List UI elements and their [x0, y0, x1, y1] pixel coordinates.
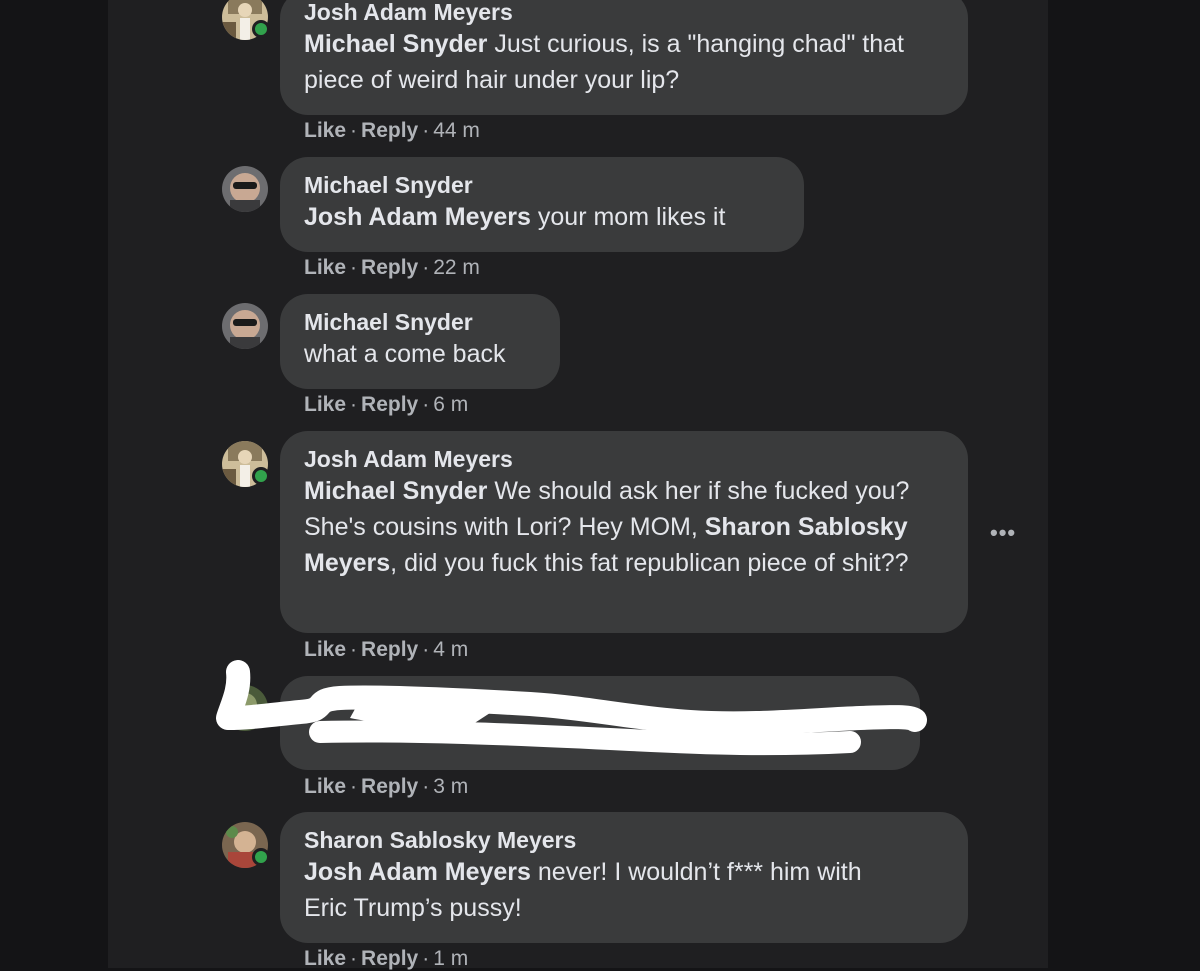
avatar[interactable]	[222, 441, 270, 487]
avatar-image	[222, 303, 268, 349]
separator-dot: ·	[350, 256, 358, 279]
comment-actions: Like · Reply · 44 m	[304, 119, 480, 143]
comment-text: what a come back	[304, 340, 506, 368]
separator-dot: ·	[350, 393, 358, 416]
online-status-dot-icon	[252, 467, 270, 485]
separator-dot: ·	[422, 256, 430, 279]
separator-dot: ·	[350, 638, 358, 661]
comment-timestamp[interactable]: 6 m	[433, 393, 468, 416]
separator-dot: ·	[422, 119, 430, 142]
like-button[interactable]: Like	[304, 638, 346, 661]
avatar[interactable]	[222, 303, 268, 349]
reply-button[interactable]: Reply	[361, 638, 418, 661]
separator-dot: ·	[422, 775, 430, 798]
comment-text: Michael Snyder We should ask her if she …	[304, 473, 944, 581]
reply-button[interactable]: Reply	[361, 256, 418, 279]
comment-mention[interactable]: Michael Snyder	[304, 477, 487, 505]
avatar[interactable]	[222, 0, 270, 40]
like-button[interactable]: Like	[304, 256, 346, 279]
online-status-dot-icon	[252, 20, 270, 38]
avatar[interactable]	[222, 822, 270, 868]
separator-dot: ·	[350, 119, 358, 142]
comment-bubble: Michael Snyder Josh Adam Meyers your mom…	[280, 157, 804, 252]
like-button[interactable]: Like	[304, 119, 346, 142]
comment-author[interactable]: Josh Adam Meyers	[304, 0, 944, 26]
comment-actions: Like · Reply · 1 m	[304, 947, 468, 971]
comment-timestamp[interactable]: 1 m	[433, 947, 468, 970]
comment-bubble: Josh Adam Meyers Michael Snyder Just cur…	[280, 0, 968, 115]
comment-body: your mom likes it	[530, 203, 726, 231]
comment-actions: Like · Reply · 22 m	[304, 256, 480, 280]
more-options-icon[interactable]: •••	[990, 520, 1016, 546]
comment-timestamp[interactable]: 44 m	[433, 119, 480, 142]
reply-button[interactable]: Reply	[361, 119, 418, 142]
reply-button[interactable]: Reply	[361, 947, 418, 970]
comment-timestamp[interactable]: 4 m	[433, 638, 468, 661]
separator-dot: ·	[422, 393, 430, 416]
comment-mention[interactable]: Josh Adam Meyers	[304, 858, 531, 886]
avatar-image	[222, 166, 268, 212]
reply-button[interactable]: Reply	[361, 393, 418, 416]
comment-bubble: Josh Adam Meyers Michael Snyder We shoul…	[280, 431, 968, 633]
comment-text: Josh Adam Meyers never! I wouldn’t f*** …	[304, 854, 944, 926]
comment-actions: Like · Reply · 6 m	[304, 393, 468, 417]
comment-timestamp[interactable]: 3 m	[433, 775, 468, 798]
separator-dot: ·	[422, 638, 430, 661]
comment-bubble: Michael Snyder what a come back	[280, 294, 560, 389]
redaction-scribble	[216, 660, 927, 756]
comment-mention[interactable]: Michael Snyder	[304, 30, 487, 58]
reply-button[interactable]: Reply	[361, 775, 418, 798]
separator-dot: ·	[350, 947, 358, 970]
comment-timestamp[interactable]: 22 m	[433, 256, 480, 279]
online-status-dot-icon	[252, 848, 270, 866]
comment-bubble: Sharon Sablosky Meyers Josh Adam Meyers …	[280, 812, 968, 943]
like-button[interactable]: Like	[304, 947, 346, 970]
like-button[interactable]: Like	[304, 775, 346, 798]
comment-author[interactable]: Michael Snyder	[304, 171, 780, 199]
comment-author[interactable]: Josh Adam Meyers	[304, 445, 944, 473]
separator-dot: ·	[422, 947, 430, 970]
comment-author[interactable]: Michael Snyder	[304, 308, 536, 336]
comment-actions: Like · Reply · 3 m	[304, 775, 468, 799]
like-button[interactable]: Like	[304, 393, 346, 416]
comment-text: Michael Snyder Just curious, is a "hangi…	[304, 26, 944, 98]
comment-author[interactable]: Sharon Sablosky Meyers	[304, 826, 944, 854]
comment-body: , did you fuck this fat republican piece…	[390, 549, 909, 577]
avatar[interactable]	[222, 166, 268, 212]
comment-text: Josh Adam Meyers your mom likes it	[304, 199, 780, 235]
comment-mention[interactable]: Josh Adam Meyers	[304, 203, 531, 231]
comment-actions: Like · Reply · 4 m	[304, 638, 468, 662]
separator-dot: ·	[350, 775, 358, 798]
